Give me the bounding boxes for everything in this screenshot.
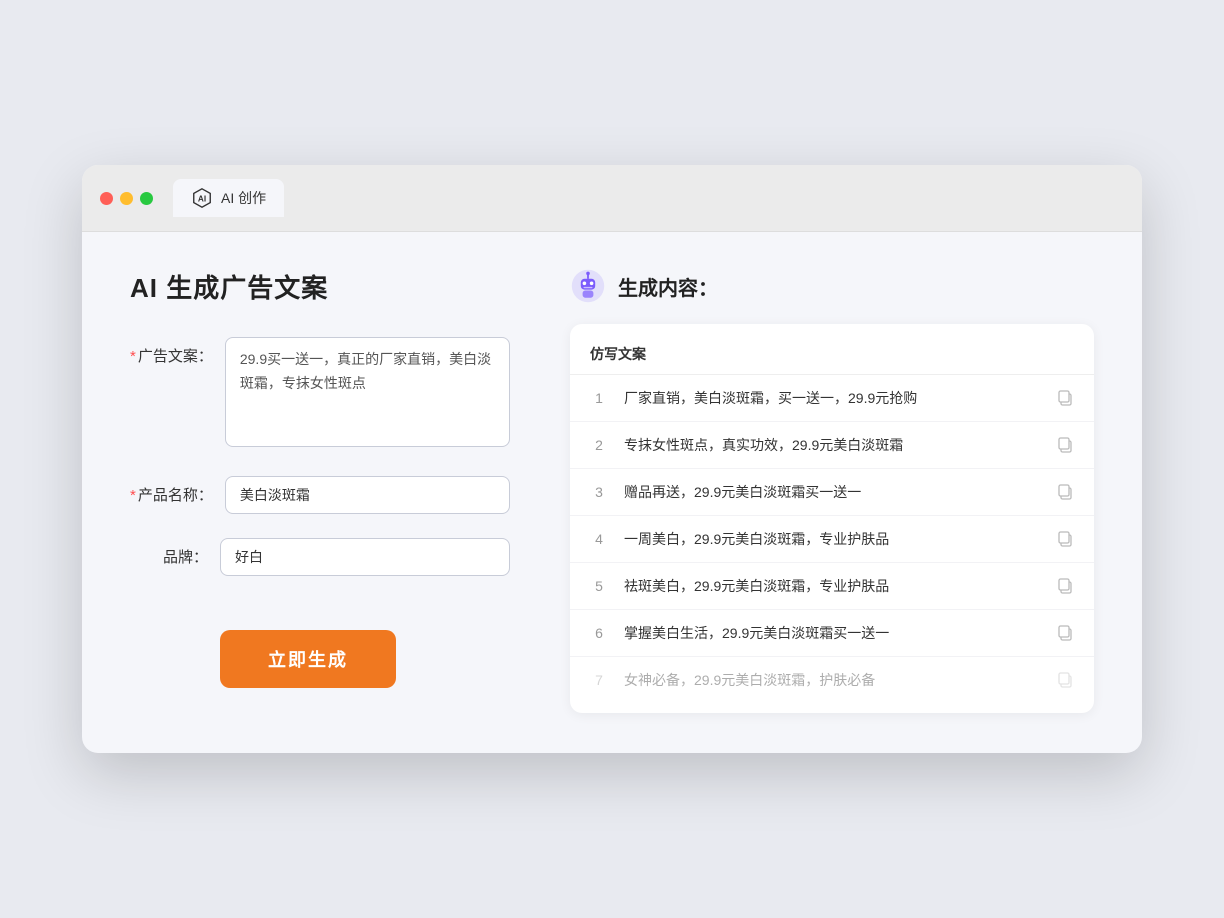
row-number: 7 (590, 672, 608, 688)
result-box: 仿写文案 1 厂家直销，美白淡斑霜，买一送一，29.9元抢购 2 专抹女性斑点，… (570, 324, 1094, 713)
traffic-lights (100, 192, 153, 205)
close-button[interactable] (100, 192, 113, 205)
brand-input[interactable] (220, 538, 510, 576)
row-copy-text: 专抹女性斑点，真实功效，29.9元美白淡斑霜 (624, 435, 1040, 455)
ad-copy-label: *广告文案： (130, 337, 225, 366)
row-number: 1 (590, 390, 608, 406)
row-copy-text: 祛斑美白，29.9元美白淡斑霜，专业护肤品 (624, 576, 1040, 596)
ad-copy-input-wrap: 29.9买一送一，真正的厂家直销，美白淡斑霜，专抹女性斑点 (225, 337, 510, 452)
result-row: 3 赠品再送，29.9元美白淡斑霜买一送一 (570, 469, 1094, 516)
result-table-header: 仿写文案 (570, 344, 1094, 375)
titlebar: AI AI 创作 (82, 165, 1142, 232)
brand-label: 品牌： (130, 538, 220, 567)
result-row: 4 一周美白，29.9元美白淡斑霜，专业护肤品 (570, 516, 1094, 563)
row-number: 6 (590, 625, 608, 641)
copy-icon[interactable] (1056, 530, 1074, 548)
right-panel: 生成内容： 仿写文案 1 厂家直销，美白淡斑霜，买一送一，29.9元抢购 2 专… (550, 268, 1094, 713)
left-panel: AI 生成广告文案 *广告文案： 29.9买一送一，真正的厂家直销，美白淡斑霜，… (130, 268, 550, 713)
robot-icon (570, 268, 606, 304)
result-row: 1 厂家直销，美白淡斑霜，买一送一，29.9元抢购 (570, 375, 1094, 422)
copy-icon[interactable] (1056, 436, 1074, 454)
maximize-button[interactable] (140, 192, 153, 205)
result-rows-container: 1 厂家直销，美白淡斑霜，买一送一，29.9元抢购 2 专抹女性斑点，真实功效，… (570, 375, 1094, 703)
result-title: 生成内容： (618, 272, 718, 301)
result-header: 生成内容： (570, 268, 1094, 304)
generate-button[interactable]: 立即生成 (220, 630, 396, 688)
column-header: 仿写文案 (590, 344, 646, 364)
row-copy-text: 一周美白，29.9元美白淡斑霜，专业护肤品 (624, 529, 1040, 549)
result-row: 7 女神必备，29.9元美白淡斑霜，护肤必备 (570, 657, 1094, 703)
brand-input-wrap (220, 538, 510, 576)
row-number: 4 (590, 531, 608, 547)
page-title: AI 生成广告文案 (130, 268, 510, 305)
ad-copy-textarea[interactable]: 29.9买一送一，真正的厂家直销，美白淡斑霜，专抹女性斑点 (225, 337, 510, 447)
result-row: 5 祛斑美白，29.9元美白淡斑霜，专业护肤品 (570, 563, 1094, 610)
required-star-1: * (130, 348, 136, 365)
result-row: 2 专抹女性斑点，真实功效，29.9元美白淡斑霜 (570, 422, 1094, 469)
required-star-2: * (130, 487, 136, 504)
minimize-button[interactable] (120, 192, 133, 205)
copy-icon[interactable] (1056, 389, 1074, 407)
ad-copy-row: *广告文案： 29.9买一送一，真正的厂家直销，美白淡斑霜，专抹女性斑点 (130, 337, 510, 452)
copy-icon[interactable] (1056, 671, 1074, 689)
row-copy-text: 厂家直销，美白淡斑霜，买一送一，29.9元抢购 (624, 388, 1040, 408)
product-name-input[interactable] (225, 476, 510, 514)
product-name-input-wrap (225, 476, 510, 514)
product-name-row: *产品名称： (130, 476, 510, 514)
row-copy-text: 掌握美白生活，29.9元美白淡斑霜买一送一 (624, 623, 1040, 643)
row-copy-text: 赠品再送，29.9元美白淡斑霜买一送一 (624, 482, 1040, 502)
result-row: 6 掌握美白生活，29.9元美白淡斑霜买一送一 (570, 610, 1094, 657)
row-number: 5 (590, 578, 608, 594)
main-content: AI 生成广告文案 *广告文案： 29.9买一送一，真正的厂家直销，美白淡斑霜，… (82, 232, 1142, 753)
svg-text:AI: AI (198, 195, 206, 204)
browser-window: AI AI 创作 AI 生成广告文案 *广告文案： 29.9买一送一，真正的厂家… (82, 165, 1142, 753)
row-number: 2 (590, 437, 608, 453)
copy-icon[interactable] (1056, 577, 1074, 595)
active-tab[interactable]: AI AI 创作 (173, 179, 284, 217)
copy-icon[interactable] (1056, 624, 1074, 642)
copy-icon[interactable] (1056, 483, 1074, 501)
row-number: 3 (590, 484, 608, 500)
ai-tab-icon: AI (191, 187, 213, 209)
tab-label: AI 创作 (221, 188, 266, 208)
row-copy-text: 女神必备，29.9元美白淡斑霜，护肤必备 (624, 670, 1040, 690)
brand-row: 品牌： (130, 538, 510, 576)
product-name-label: *产品名称： (130, 476, 225, 505)
